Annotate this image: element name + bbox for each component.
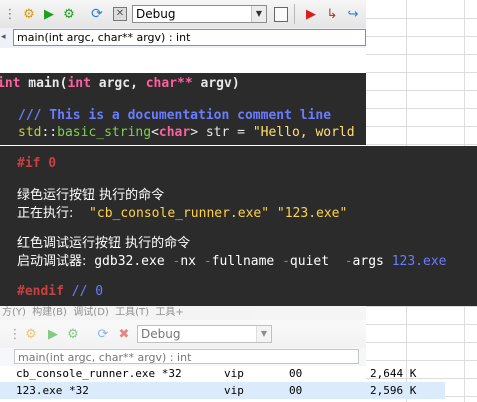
- code-token: char: [158, 125, 191, 140]
- exec-command: "cb_console_runner.exe" "123.exe": [73, 206, 347, 221]
- grid-line: [366, 324, 477, 325]
- grid-line: [366, 90, 477, 91]
- debug-exe: gdb32.exe: [94, 254, 173, 269]
- exec-label: 正在执行:: [17, 206, 74, 221]
- secondary-toolbar: ⋮ ⚙ ▶ ⚙ ⟳ ✖ Debug ▼: [0, 320, 366, 348]
- exec-line: 正在执行: "cb_console_runner.exe" "123.exe": [17, 204, 347, 221]
- preprocessor-endif: #endif // 0: [17, 284, 103, 299]
- settings-gear-icon[interactable]: ⚙: [22, 325, 40, 343]
- code-token: int: [67, 76, 91, 91]
- code-token: ::: [41, 125, 58, 140]
- code-token: int: [0, 76, 21, 91]
- step-into-icon[interactable]: ↳: [323, 5, 341, 23]
- exec-command-text: "cb_console_runner.exe" "123.exe": [89, 206, 348, 221]
- next-line-icon[interactable]: ↪: [344, 5, 362, 23]
- function-select-value[interactable]: main(int argc, char** argv) : int: [14, 349, 359, 364]
- code-line-2: /// This is a documentation comment line: [18, 108, 332, 123]
- settings-gear-icon[interactable]: ⚙: [20, 5, 38, 23]
- abort-icon[interactable]: ✖: [115, 325, 133, 343]
- debug-dash: -: [344, 254, 353, 269]
- grid-line: [366, 306, 477, 307]
- debug-command: gdb32.exe -nx -fullname -quiet -args 123…: [86, 254, 446, 269]
- code-token: str =: [198, 125, 253, 140]
- grid-line: [366, 342, 477, 343]
- green-run-title: 绿色运行按钮 执行的命令: [17, 188, 165, 203]
- run-icon[interactable]: ▶: [44, 325, 62, 343]
- toolbar-grip-icon: ⋮: [3, 6, 17, 22]
- debug-dash: -: [203, 254, 212, 269]
- debug-label: 启动调试器:: [17, 254, 87, 269]
- code-line-1: int main(int argc, char** argv): [0, 75, 240, 92]
- code-token: argv): [200, 76, 240, 91]
- build-run-icon[interactable]: ⚙: [64, 325, 82, 343]
- menu-bar-text: 方(Y) 构建(B) 调试(D) 工具(T) 工具+: [2, 307, 184, 318]
- code-token: <: [151, 125, 159, 140]
- debug-arg: 123.exe: [391, 254, 447, 269]
- debug-flag: quiet: [289, 254, 345, 269]
- grid-line: [366, 54, 477, 55]
- grid-line: [366, 18, 477, 19]
- grid-line: [366, 144, 477, 145]
- grid-line: [366, 360, 477, 361]
- code-line-3: std::basic_string<char> str = "Hello, wo…: [18, 124, 355, 141]
- run-icon[interactable]: ▶: [40, 5, 58, 23]
- abort-icon[interactable]: ✕: [111, 5, 129, 23]
- bar-grip-icon: ◂: [1, 32, 6, 42]
- build-target-value: Debug: [141, 327, 181, 341]
- endif-comment: // 0: [63, 284, 104, 299]
- process-memory: 2,596 K: [370, 384, 417, 397]
- process-name: cb_console_runner.exe *32: [16, 367, 182, 380]
- process-cpu: 00: [289, 384, 303, 397]
- code-editor[interactable]: int main(int argc, char** argv) /// This…: [0, 73, 366, 145]
- endif-keyword: #endif: [17, 284, 64, 299]
- build-target-select[interactable]: Debug ▼: [137, 325, 272, 343]
- process-cpu: 00: [289, 367, 303, 380]
- menu-bar-faded: 方(Y) 构建(B) 调试(D) 工具(T) 工具+: [0, 306, 366, 320]
- grid-line: [366, 108, 477, 109]
- rebuild-icon[interactable]: ⟳: [94, 325, 112, 343]
- code-token: char: [145, 76, 178, 91]
- code-token: basic_string: [57, 125, 152, 140]
- grid-line: [366, 126, 477, 127]
- build-run-icon[interactable]: ⚙: [60, 5, 78, 23]
- function-select[interactable]: main(int argc, char** argv) : int: [13, 29, 366, 46]
- debug-flag: nx: [180, 254, 204, 269]
- code-token: >: [190, 125, 199, 140]
- process-user: vip: [224, 384, 244, 397]
- code-token: std: [18, 125, 42, 140]
- grid-line: [366, 72, 477, 73]
- debug-dash: -: [282, 254, 290, 269]
- toolbar-separator: [294, 4, 295, 24]
- function-select-value: main(int argc, char** argv) : int: [17, 31, 191, 44]
- build-target-icon[interactable]: [272, 5, 290, 23]
- code-token: argc,: [90, 76, 146, 91]
- table-row[interactable]: cb_console_runner.exe *32 vip 00 2,644 K: [0, 365, 445, 382]
- table-row[interactable]: 123.exe *32 vip 00 2,596 K: [0, 382, 445, 399]
- preprocessor-if: #if 0: [17, 156, 57, 171]
- process-name: 123.exe *32: [16, 384, 89, 397]
- code-token: "Hello, world: [252, 125, 355, 140]
- build-target-value: Debug: [136, 7, 176, 21]
- chevron-down-icon[interactable]: ▼: [251, 6, 266, 22]
- chevron-down-icon[interactable]: ▼: [256, 326, 271, 342]
- notes-panel: #if 0 绿色运行按钮 执行的命令 正在执行: "cb_console_run…: [0, 146, 477, 306]
- grid-line: [366, 36, 477, 37]
- function-bar-faded: main(int argc, char** argv) : int: [0, 348, 366, 366]
- build-target-select[interactable]: Debug ▼: [132, 5, 267, 23]
- code-token: main(: [20, 76, 68, 91]
- main-toolbar: ⋮ ⚙ ▶ ⚙ ⟳ ✕ Debug ▼ ▶ ↳ ↪: [0, 0, 366, 29]
- debug-flag: args: [352, 254, 392, 269]
- process-memory: 2,644 K: [370, 367, 417, 380]
- code-token: **: [177, 76, 201, 91]
- debug-flag: fullname: [211, 254, 283, 269]
- process-user: vip: [224, 367, 244, 380]
- debug-line: 启动调试器: gdb32.exe -nx -fullname -quiet -a…: [17, 252, 446, 269]
- red-debug-title: 红色调试运行按钮 执行的命令: [17, 236, 191, 251]
- debug-run-icon[interactable]: ▶: [302, 5, 320, 23]
- rebuild-icon[interactable]: ⟳: [88, 5, 106, 23]
